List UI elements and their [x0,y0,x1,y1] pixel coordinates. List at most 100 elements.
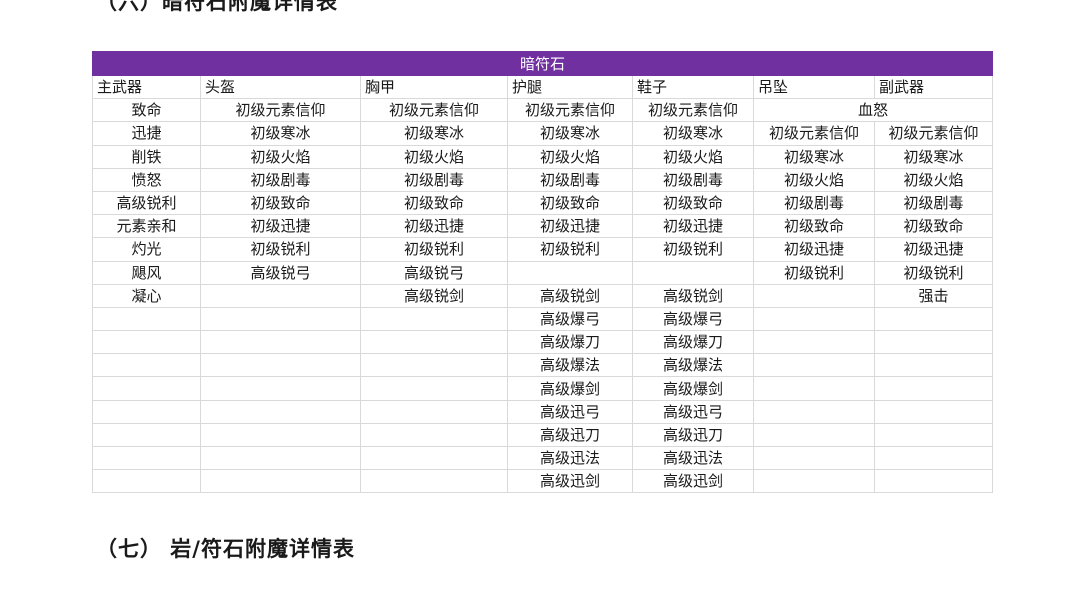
table-title: 暗符石 [91,51,994,76]
table-cell: 高级锐弓 [360,260,508,285]
header-main-weapon: 主武器 [92,74,201,100]
table-cell: 初级致命 [753,214,875,239]
table-cell [360,330,508,355]
table-cell: 初级寒冰 [873,144,994,169]
table-cell: 初级致命 [507,190,633,216]
table-cell [92,399,201,424]
table-row: 高级迅刀 高级迅刀 [92,422,994,448]
table-cell: 初级寒冰 [360,121,508,146]
table-cell: 高级锐剑 [632,283,754,308]
table-cell [753,376,875,401]
table-cell: 血怒 [752,98,994,123]
header-boots: 鞋子 [632,74,754,100]
table-cell [873,353,994,378]
table-cell [873,399,994,424]
table-row: 飓风 高级锐弓 高级锐弓 初级锐利 初级锐利 [92,260,994,285]
table-cell [200,283,361,308]
table-row: 高级爆弓 高级爆弓 [92,306,994,332]
table-cell: 初级剧毒 [360,167,508,192]
table-cell [632,260,754,285]
table-cell: 初级元素信仰 [507,98,633,123]
table-cell: 高级迅弓 [507,399,633,424]
table-cell [873,445,994,471]
table-cell [360,445,508,471]
table-row: 高级爆法 高级爆法 [92,353,994,378]
table-cell: 高级爆弓 [507,306,633,332]
table-row: 高级迅弓 高级迅弓 [92,399,994,424]
table-cell: 初级寒冰 [753,144,875,169]
table-row: 高级锐利 初级致命 初级致命 初级致命 初级致命 初级剧毒 初级剧毒 [92,190,994,216]
table-cell: 初级火焰 [753,167,875,192]
table-cell [360,422,508,448]
table-cell: 高级锐剑 [360,283,508,308]
table-cell: 初级致命 [200,190,361,216]
dark-rune-enchant-table: 暗符石 主武器 头盔 胸甲 护腿 鞋子 吊坠 副武器 致命 初级元素信仰 初级元素信… [91,51,994,494]
header-leggings: 护腿 [507,74,633,100]
document-page: （六）暗符石附魔详情表 暗符石 主武器 头盔 胸甲 护腿 鞋子 吊坠 副武器 致… [0,0,1080,606]
table-cell: 飓风 [92,260,201,285]
table-cell: 初级致命 [873,214,994,239]
table-cell: 初级锐利 [200,237,361,262]
table-row: 高级爆刀 高级爆刀 [92,330,994,355]
table-cell: 初级迅捷 [873,237,994,262]
table-cell [200,353,361,378]
table-cell: 高级爆剑 [632,376,754,401]
table-cell [200,330,361,355]
section-heading-6: （六）暗符石附魔详情表 [96,0,338,14]
table-cell: 初级寒冰 [200,121,361,146]
table-cell [92,306,201,332]
table-cell [200,399,361,424]
table-cell [753,283,875,308]
table-cell [200,306,361,332]
table-cell: 高级爆刀 [507,330,633,355]
table-row: 削铁 初级火焰 初级火焰 初级火焰 初级火焰 初级寒冰 初级寒冰 [92,144,994,169]
header-off-weapon: 副武器 [873,74,994,100]
table-cell [753,330,875,355]
table-cell [873,422,994,448]
table-cell: 初级寒冰 [632,121,754,146]
table-cell [507,260,633,285]
header-chestplate: 胸甲 [360,74,508,100]
header-helmet: 头盔 [200,74,361,100]
table-cell: 初级锐利 [507,237,633,262]
table-row: 高级爆剑 高级爆剑 [92,376,994,401]
table-cell: 元素亲和 [92,214,201,239]
table-header-row: 主武器 头盔 胸甲 护腿 鞋子 吊坠 副武器 [92,74,994,100]
table-cell [360,353,508,378]
table-cell [360,306,508,332]
table-cell: 高级迅刀 [632,422,754,448]
table-cell: 初级剧毒 [632,167,754,192]
table-cell: 高级爆法 [632,353,754,378]
table-cell: 高级锐剑 [507,283,633,308]
table-cell: 高级迅剑 [507,469,633,494]
table-cell [753,353,875,378]
table-cell: 初级锐利 [360,237,508,262]
table-cell: 初级致命 [632,190,754,216]
table-cell [200,445,361,471]
table-cell: 初级迅捷 [632,214,754,239]
table-cell [360,399,508,424]
table-title-row: 暗符石 [91,51,994,76]
table-cell: 削铁 [92,144,201,169]
table-cell [753,306,875,332]
table-row: 高级迅法 高级迅法 [92,445,994,471]
table-cell: 高级锐弓 [200,260,361,285]
table-cell [92,422,201,448]
table-row: 致命 初级元素信仰 初级元素信仰 初级元素信仰 初级元素信仰 血怒 [92,98,994,123]
table-cell: 初级寒冰 [507,121,633,146]
table-cell [873,376,994,401]
table-cell: 初级火焰 [200,144,361,169]
table-cell [92,469,201,494]
table-cell: 高级爆法 [507,353,633,378]
table-cell: 初级元素信仰 [873,121,994,146]
table-cell: 初级剧毒 [873,190,994,216]
table-cell: 初级迅捷 [200,214,361,239]
table-cell: 高级爆刀 [632,330,754,355]
table-cell: 初级火焰 [507,144,633,169]
table-cell [753,422,875,448]
table-cell: 灼光 [92,237,201,262]
table-cell: 初级元素信仰 [632,98,754,123]
table-cell: 初级剧毒 [507,167,633,192]
table-cell [873,306,994,332]
table-cell [753,445,875,471]
